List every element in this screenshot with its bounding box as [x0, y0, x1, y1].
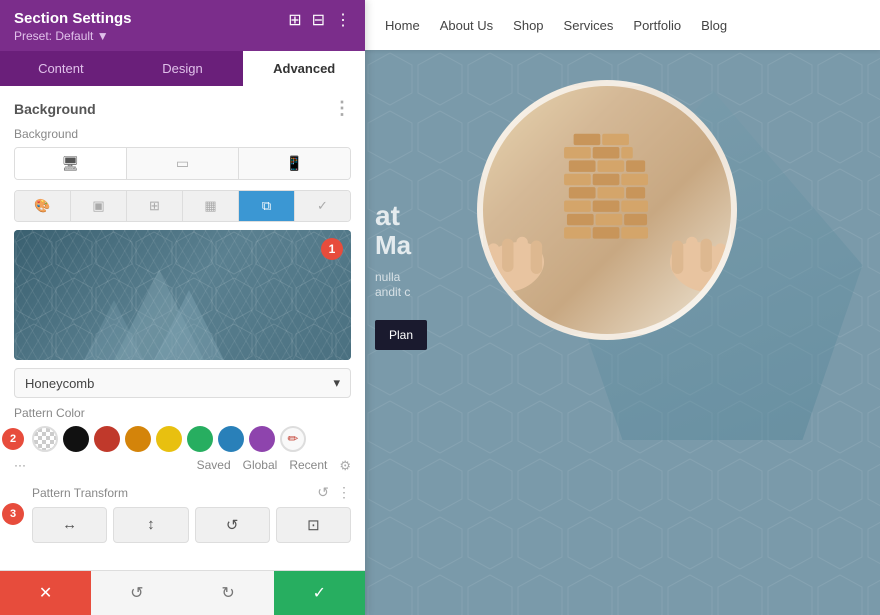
bg-type-row: 🎨 ▣ ⊞ ▦ ⧉ ✓: [14, 190, 351, 222]
global-label[interactable]: Global: [243, 458, 278, 474]
preview-inner: [14, 230, 351, 360]
redo-button[interactable]: ↻: [183, 571, 274, 615]
rotate-button[interactable]: ↺: [195, 507, 270, 543]
background-section-title: Background ⋮: [14, 98, 351, 119]
pattern-color-label: Pattern Color: [14, 406, 351, 420]
more-icon[interactable]: ⋮: [335, 10, 351, 30]
navbar: Home About Us Shop Services Portfolio Bl…: [365, 0, 880, 50]
pattern-dropdown[interactable]: Honeycomb ▾: [14, 368, 351, 398]
device-tablet[interactable]: ▭: [127, 148, 239, 179]
device-desktop[interactable]: 🖥: [15, 148, 127, 179]
transform-buttons: ↔ ↕ ↺ ⊡: [32, 507, 351, 543]
layout-icon[interactable]: ⊟: [312, 10, 325, 30]
device-mobile[interactable]: 📱: [239, 148, 350, 179]
swatch-pen[interactable]: ✏: [280, 426, 306, 452]
device-row: 🖥 ▭ 📱: [14, 147, 351, 180]
bg-type-pattern[interactable]: ⧉: [239, 191, 295, 221]
preview-svg: [14, 230, 351, 360]
swatch-purple[interactable]: [249, 426, 275, 452]
bg-type-color[interactable]: 🎨: [15, 191, 71, 221]
plan-button[interactable]: Plan: [375, 320, 427, 350]
more-dots-icon[interactable]: ···: [14, 458, 26, 474]
swatch-red[interactable]: [94, 426, 120, 452]
pattern-transform-label: Pattern Transform: [32, 486, 309, 500]
color-settings-icon[interactable]: ⚙: [339, 458, 351, 474]
bg-type-mask[interactable]: ✓: [295, 191, 350, 221]
panel-header-icons: ⊞ ⊟ ⋮: [288, 10, 351, 30]
color-row-wrapper: 2 ✏: [14, 426, 351, 452]
tab-advanced[interactable]: Advanced: [243, 51, 365, 86]
color-footer: ··· Saved Global Recent ⚙: [14, 458, 351, 474]
swatch-black[interactable]: [63, 426, 89, 452]
scale-button[interactable]: ⊡: [276, 507, 351, 543]
panel-body: Background ⋮ Background 🖥 ▭ 📱 🎨 ▣ ⊞ ▦ ⧉ …: [0, 86, 365, 570]
transform-header-icons: ↺ ⋮: [317, 484, 351, 501]
swatch-blue[interactable]: [218, 426, 244, 452]
circle-image: [477, 80, 737, 340]
hero-text-4: andit c: [375, 285, 410, 299]
swatch-green[interactable]: [187, 426, 213, 452]
content-area: Home About Us Shop Services Portfolio Bl…: [365, 0, 880, 615]
panel-tabs: Content Design Advanced: [0, 51, 365, 86]
panel-footer: ✕ ↺ ↻ ✓: [0, 570, 365, 615]
cancel-button[interactable]: ✕: [0, 571, 91, 615]
background-label: Background: [14, 127, 351, 141]
flip-h-button[interactable]: ↔: [32, 507, 107, 543]
background-title-text: Background: [14, 101, 96, 117]
recent-label[interactable]: Recent: [289, 458, 327, 474]
transform-header: Pattern Transform ↺ ⋮: [32, 484, 351, 501]
nav-about[interactable]: About Us: [440, 14, 493, 37]
grid-icon[interactable]: ⊞: [288, 10, 301, 30]
chevron-down-icon: ▾: [333, 375, 340, 391]
background-more-icon[interactable]: ⋮: [333, 98, 351, 119]
nav-services[interactable]: Services: [564, 14, 614, 37]
flip-v-button[interactable]: ↕: [113, 507, 188, 543]
swatch-transparent[interactable]: [32, 426, 58, 452]
bg-type-video[interactable]: ▦: [183, 191, 239, 221]
panel-header: Section Settings Preset: Default ▼ ⊞ ⊟ ⋮: [0, 0, 365, 51]
bg-type-gradient[interactable]: ▣: [71, 191, 127, 221]
bg-type-image[interactable]: ⊞: [127, 191, 183, 221]
reset-transform-icon[interactable]: ↺: [317, 484, 329, 501]
nav-portfolio[interactable]: Portfolio: [633, 14, 681, 37]
tab-content[interactable]: Content: [0, 51, 122, 86]
badge-2: 2: [2, 428, 24, 450]
transform-wrapper: 3 Pattern Transform ↺ ⋮ ↔ ↕ ↺ ⊡: [14, 484, 351, 543]
badge-1: 1: [321, 238, 343, 260]
saved-label[interactable]: Saved: [197, 458, 231, 474]
hero-area: at Ma nulla andit c Plan: [365, 50, 880, 615]
background-preview: 1: [14, 230, 351, 360]
settings-panel: Section Settings Preset: Default ▼ ⊞ ⊟ ⋮…: [0, 0, 365, 615]
dropdown-value: Honeycomb: [25, 376, 94, 391]
hero-text-2: Ma: [375, 230, 411, 261]
panel-preset[interactable]: Preset: Default ▼: [14, 29, 132, 43]
jenga-svg: [483, 80, 731, 340]
hero-text-1: at: [375, 200, 400, 232]
tab-design[interactable]: Design: [122, 51, 244, 86]
more-transform-icon[interactable]: ⋮: [337, 484, 351, 501]
badge-3: 3: [2, 503, 24, 525]
nav-blog[interactable]: Blog: [701, 14, 727, 37]
panel-title: Section Settings: [14, 10, 132, 27]
nav-shop[interactable]: Shop: [513, 14, 543, 37]
hero-text-3: nulla: [375, 270, 400, 284]
color-swatches: ✏: [32, 426, 351, 452]
swatch-yellow[interactable]: [156, 426, 182, 452]
panel-header-info: Section Settings Preset: Default ▼: [14, 10, 132, 43]
confirm-button[interactable]: ✓: [274, 571, 365, 615]
reset-button[interactable]: ↺: [91, 571, 182, 615]
swatch-orange[interactable]: [125, 426, 151, 452]
nav-home[interactable]: Home: [385, 14, 420, 37]
